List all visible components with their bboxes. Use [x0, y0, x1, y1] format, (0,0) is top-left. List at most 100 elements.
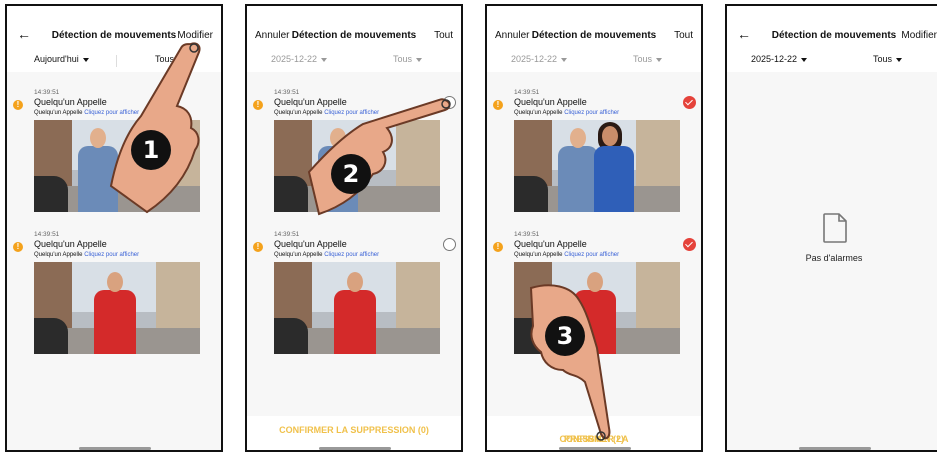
car: [514, 176, 548, 212]
type-filter: Tous: [393, 54, 423, 64]
home-indicator: [79, 447, 151, 450]
edit-button[interactable]: Modifier: [901, 30, 937, 41]
view-link[interactable]: Cliquez pour afficher: [564, 252, 619, 258]
alert-icon: !: [13, 242, 23, 252]
event-subtitle: Quelqu'un Appelle Cliquez pour afficher: [514, 110, 619, 116]
event-time: 14:39:51: [514, 231, 540, 238]
event-subtitle-text: Quelqu'un Appelle: [514, 252, 563, 258]
event-time: 14:39:51: [274, 89, 300, 96]
pointing-hand-icon: [109, 42, 201, 214]
date-filter-label: 2025-12-22: [271, 54, 318, 64]
person-head: [602, 126, 618, 146]
confirm-delete-button[interactable]: CONFIRMER LA SUPPRESSION (0): [247, 425, 461, 435]
document-icon: [823, 213, 847, 243]
header: Annuler Détection de mouvements Tout 202…: [487, 6, 701, 72]
step-number: 3: [545, 316, 585, 356]
page-title: Détection de mouvements: [291, 30, 417, 41]
empty-state-text: Pas d'alarmes: [805, 253, 863, 263]
date-filter: 2025-12-22: [271, 54, 328, 64]
chevron-down-icon: [656, 57, 663, 62]
select-checkbox-checked[interactable]: [683, 238, 696, 251]
screen-motion-selected: Annuler Détection de mouvements Tout 202…: [485, 4, 703, 452]
car: [274, 318, 308, 354]
alert-icon: !: [253, 100, 263, 110]
select-all-button[interactable]: Tout: [674, 30, 693, 41]
chevron-down-icon: [896, 57, 903, 62]
select-checkbox-checked[interactable]: [683, 96, 696, 109]
chevron-down-icon: [82, 57, 89, 62]
person-head: [347, 272, 363, 292]
car: [34, 176, 68, 212]
select-all-button[interactable]: Tout: [434, 30, 453, 41]
event-subtitle-text: Quelqu'un Appelle: [34, 252, 83, 258]
background-building: [636, 120, 680, 195]
alert-icon: !: [493, 242, 503, 252]
snapshot-image[interactable]: [274, 262, 440, 354]
background-building: [636, 262, 680, 337]
event-subtitle: Quelqu'un Appelle Cliquez pour afficher: [274, 252, 379, 258]
event-subtitle-text: Quelqu'un Appelle: [514, 110, 563, 116]
chevron-down-icon: [561, 57, 568, 62]
alert-icon: !: [13, 100, 23, 110]
date-filter-label: Aujourd'hui: [34, 54, 79, 64]
background-building: [396, 262, 440, 337]
snapshot-image[interactable]: [514, 120, 680, 212]
select-checkbox[interactable]: [443, 238, 456, 251]
event-subtitle-text: Quelqu'un Appelle: [274, 252, 323, 258]
date-filter-label: 2025-12-22: [751, 54, 798, 64]
home-indicator: [319, 447, 391, 450]
person-head: [570, 128, 586, 148]
pointing-hand-icon: [529, 284, 611, 441]
screen-motion-edit: Annuler Détection de mouvements Tout 202…: [245, 4, 463, 452]
chevron-down-icon: [321, 57, 328, 62]
step-number: 2: [331, 154, 371, 194]
pointing-hand-icon: [307, 98, 451, 216]
header: Annuler Détection de mouvements Tout 202…: [247, 6, 461, 72]
person: [558, 146, 598, 212]
type-filter-label: Tous: [633, 54, 653, 64]
event-title: Quelqu'un Appelle: [34, 239, 107, 249]
background-building: [156, 262, 200, 337]
type-filter[interactable]: Tous: [873, 54, 903, 64]
event-title: Quelqu'un Appelle: [514, 97, 587, 107]
view-link[interactable]: Cliquez pour afficher: [324, 252, 379, 258]
person-head: [107, 272, 123, 292]
type-filter: Tous: [633, 54, 663, 64]
chevron-down-icon: [416, 57, 423, 62]
alert-icon: !: [253, 242, 263, 252]
chevron-down-icon: [801, 57, 808, 62]
date-filter: 2025-12-22: [511, 54, 568, 64]
date-filter[interactable]: 2025-12-22: [751, 54, 808, 64]
screen-motion-list: ← Détection de mouvements Modifier Aujou…: [5, 4, 223, 452]
event-time: 14:39:51: [34, 231, 60, 238]
step-number: 1: [131, 130, 171, 170]
event-title: Quelqu'un Appelle: [274, 239, 347, 249]
view-link[interactable]: Cliquez pour afficher: [84, 252, 139, 258]
event-subtitle: Quelqu'un Appelle Cliquez pour afficher: [34, 252, 139, 258]
alert-icon: !: [493, 100, 503, 110]
date-filter[interactable]: Aujourd'hui: [34, 54, 89, 64]
snapshot-image[interactable]: [34, 262, 200, 354]
event-subtitle-text: Quelqu'un Appelle: [34, 110, 83, 116]
person-head: [90, 128, 106, 148]
type-filter-label: Tous: [873, 54, 893, 64]
date-filter-label: 2025-12-22: [511, 54, 558, 64]
home-indicator: [559, 447, 631, 450]
event-title: Quelqu'un Appelle: [34, 97, 107, 107]
confirm-bar: CONFIRMER LA SUPPRESSION (0): [247, 416, 461, 450]
person: [594, 146, 634, 212]
view-link[interactable]: Cliquez pour afficher: [564, 110, 619, 116]
person: [334, 290, 376, 354]
home-indicator: [799, 447, 871, 450]
event-time: 14:39:51: [34, 89, 60, 96]
car: [34, 318, 68, 354]
screen-motion-empty: ← Détection de mouvements Modifier 2025-…: [725, 4, 937, 452]
event-time: 14:39:51: [274, 231, 300, 238]
type-filter-label: Tous: [393, 54, 413, 64]
header: ← Détection de mouvements Modifier 2025-…: [727, 6, 937, 72]
event-subtitle: Quelqu'un Appelle Cliquez pour afficher: [514, 252, 619, 258]
event-time: 14:39:51: [514, 89, 540, 96]
page-title: Détection de mouvements: [531, 30, 657, 41]
event-title: Quelqu'un Appelle: [514, 239, 587, 249]
person: [94, 290, 136, 354]
